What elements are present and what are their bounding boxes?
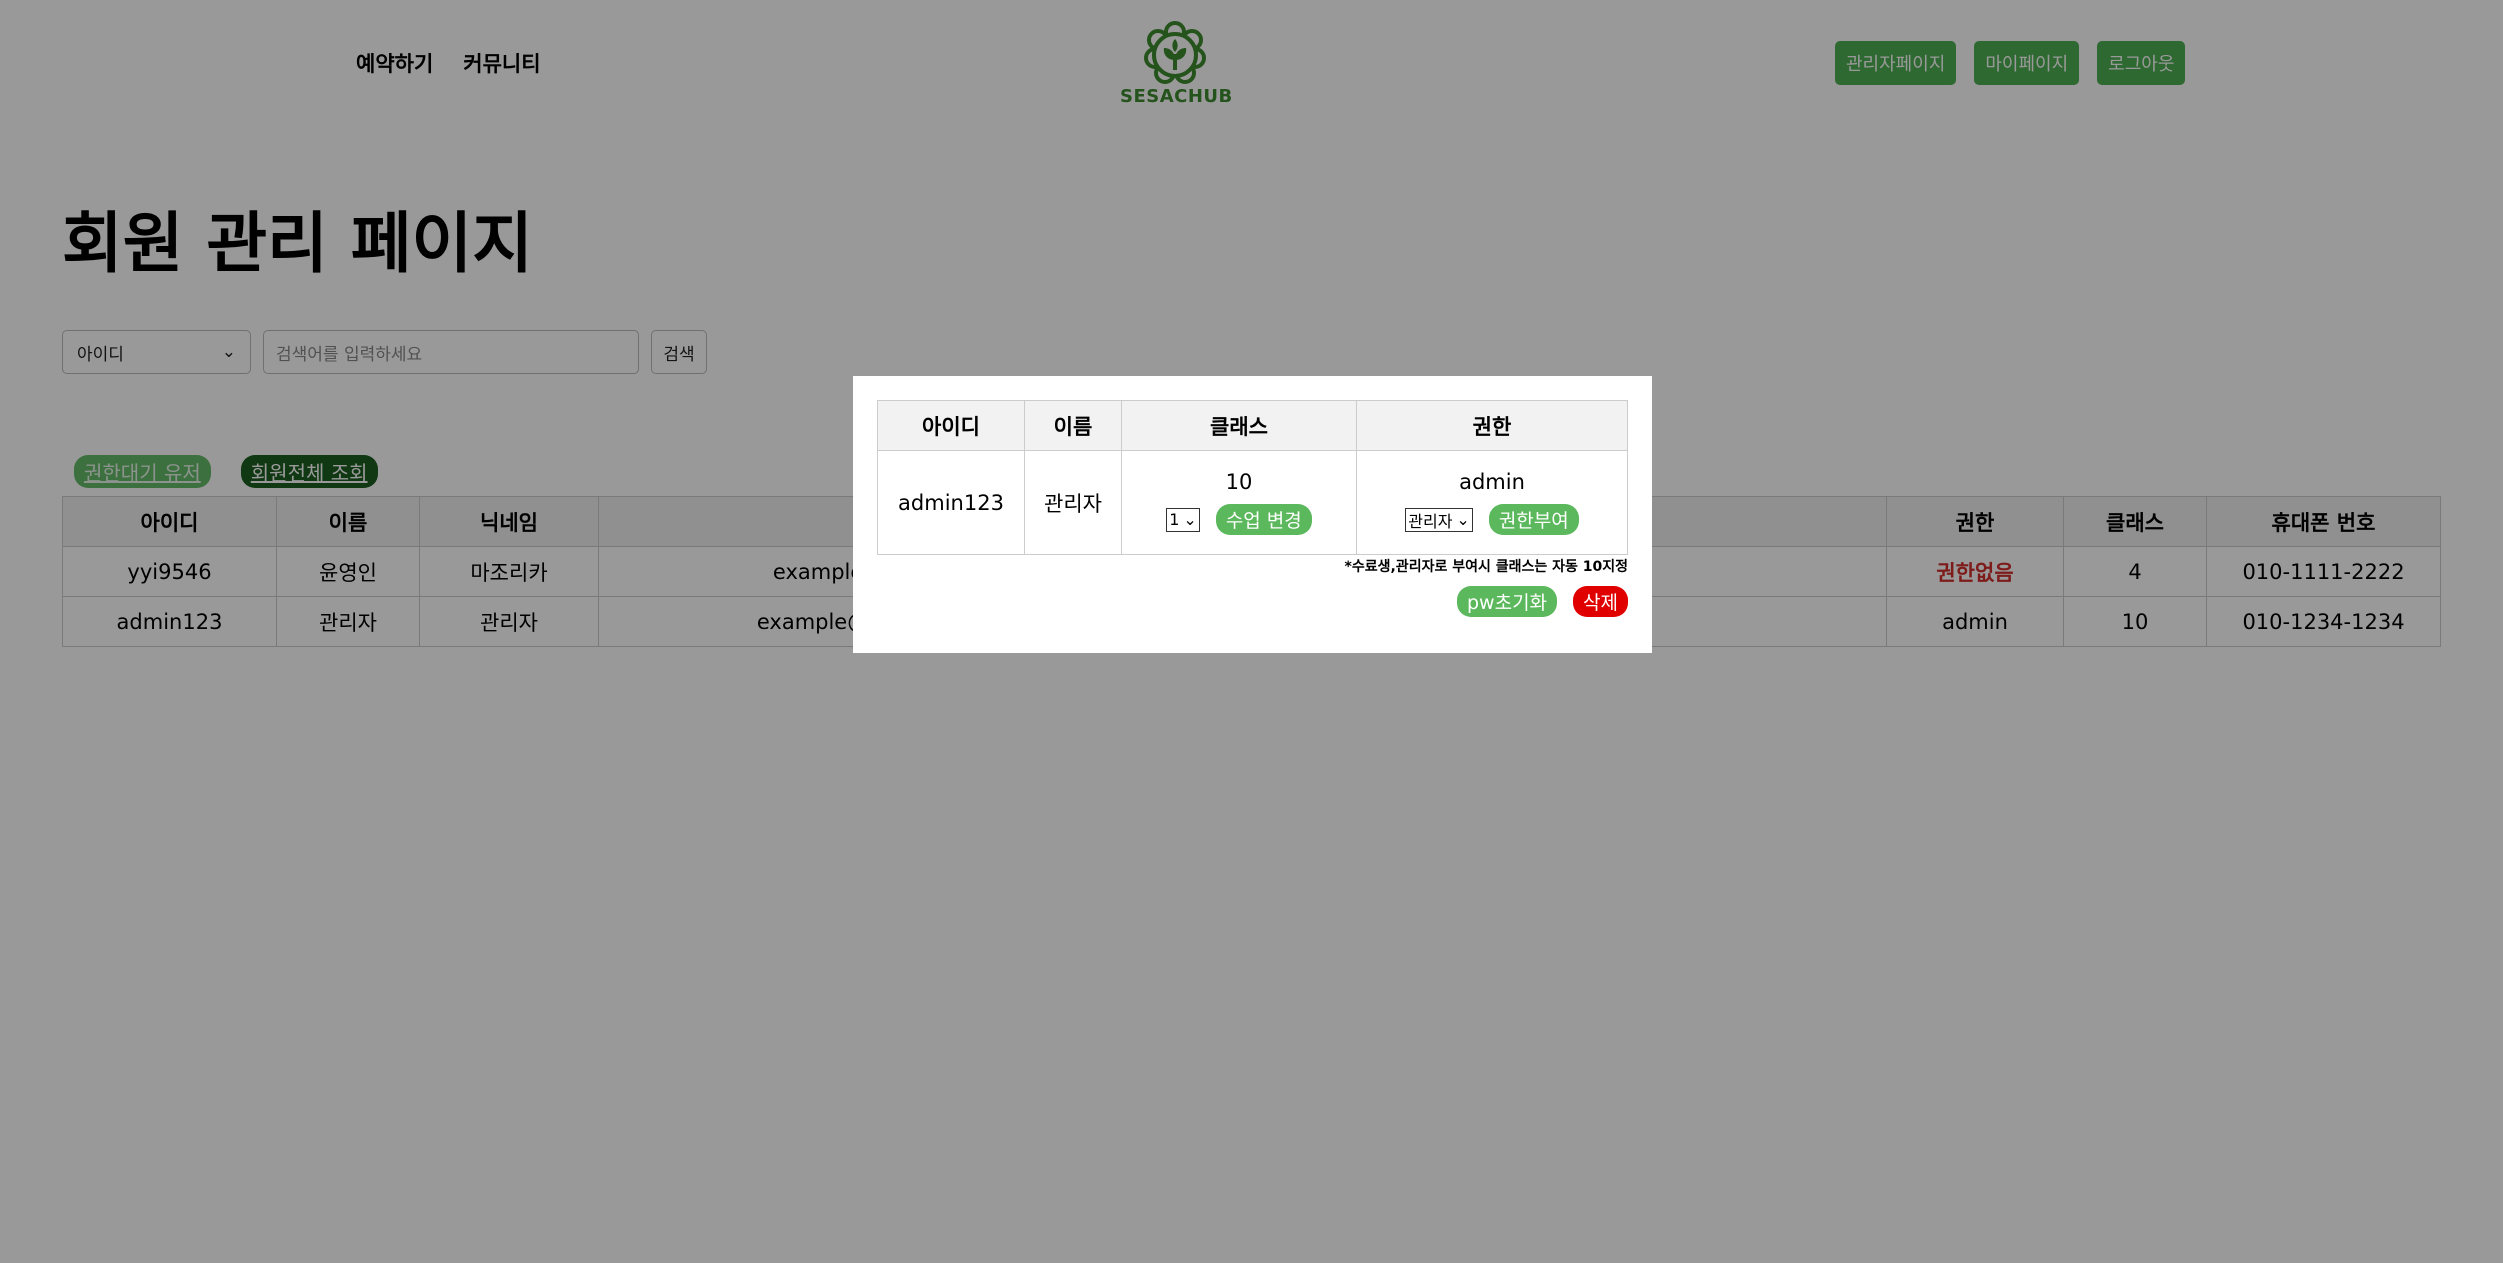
modal-header-row: 아이디 이름 클래스 권한 bbox=[877, 400, 1628, 451]
modal-note: *수료생,관리자로 부여시 클래스는 자동 10지정 bbox=[1344, 559, 1628, 575]
role-select[interactable]: 관리자 ⌄ bbox=[1405, 507, 1473, 532]
chevron-down-icon: ⌄ bbox=[1183, 510, 1197, 529]
modal-column-header: 클래스 bbox=[1121, 400, 1357, 451]
chevron-down-icon: ⌄ bbox=[1456, 510, 1470, 529]
class-select[interactable]: 1 ⌄ bbox=[1166, 507, 1200, 532]
grant-role-button[interactable]: 권한부여 bbox=[1488, 504, 1579, 535]
modal-id: admin123 bbox=[877, 450, 1025, 555]
delete-button[interactable]: 삭제 bbox=[1573, 586, 1628, 617]
modal-row: admin123 관리자 10 1 ⌄ 수업 변경 admin 관리자 ⌄ 권한… bbox=[877, 450, 1628, 555]
change-class-button[interactable]: 수업 변경 bbox=[1215, 504, 1312, 535]
modal-column-header: 이름 bbox=[1024, 400, 1122, 451]
modal-class-value: 10 bbox=[1225, 470, 1253, 494]
member-edit-modal: 아이디 이름 클래스 권한 admin123 관리자 10 1 ⌄ 수업 변경 … bbox=[853, 376, 1652, 653]
modal-column-header: 아이디 bbox=[877, 400, 1025, 451]
modal-column-header: 권한 bbox=[1356, 400, 1628, 451]
modal-role-cell: admin 관리자 ⌄ 권한부여 bbox=[1356, 450, 1628, 555]
class-select-value: 1 bbox=[1169, 510, 1180, 529]
modal-class-cell: 10 1 ⌄ 수업 변경 bbox=[1121, 450, 1357, 555]
role-select-value: 관리자 bbox=[1408, 511, 1453, 531]
modal-name: 관리자 bbox=[1024, 450, 1122, 555]
modal-table: 아이디 이름 클래스 권한 admin123 관리자 10 1 ⌄ 수업 변경 … bbox=[877, 400, 1628, 555]
pw-reset-button[interactable]: pw초기화 bbox=[1456, 586, 1558, 617]
modal-role-value: admin bbox=[1459, 470, 1525, 494]
modal-actions: pw초기화 삭제 bbox=[1456, 586, 1628, 617]
